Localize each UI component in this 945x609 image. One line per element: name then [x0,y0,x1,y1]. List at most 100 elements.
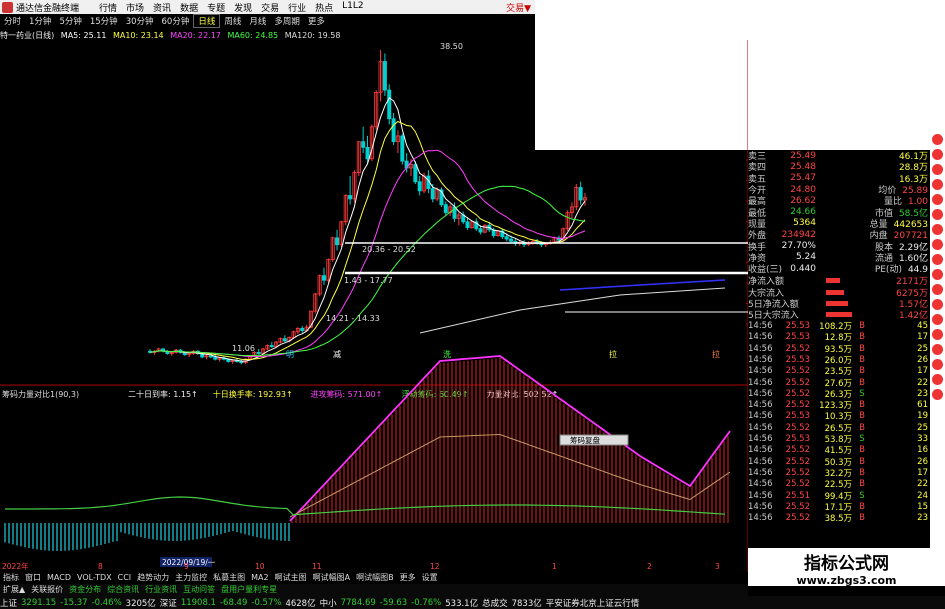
sidebar-button-icon[interactable] [932,254,943,265]
tick-time: 14:56 [748,354,773,365]
indicator-tab[interactable]: 啊试幅图B [353,573,397,582]
indicator-tab[interactable]: 啊试幅图A [310,573,353,582]
tick-volume: 108.2万 [819,322,852,333]
extension-tab[interactable]: 互动问答 [180,585,218,594]
menu-item[interactable]: 热点 [315,1,342,14]
sidebar-button-icon[interactable] [932,299,943,310]
flow-bar [826,301,848,306]
high-label: 38.50 [440,42,463,51]
menu-item[interactable]: 交易 [261,1,288,14]
tick-count: 16 [917,445,928,456]
indicator-tab[interactable]: 趋势动力 [134,573,172,582]
sidebar-button-icon[interactable] [932,149,943,160]
menu-item[interactable]: 数据 [180,1,207,14]
status-item: 总成交 [482,598,508,609]
sidebar-button-icon[interactable] [932,359,943,370]
extension-tab[interactable]: 盘用户量利专星 [218,585,280,594]
sidebar-button-icon[interactable] [932,374,943,385]
candle-body [213,356,218,360]
period-tab[interactable]: 30分钟 [122,15,158,27]
menu-item[interactable]: 资讯 [153,1,180,14]
sidebar-button-icon[interactable] [932,389,943,400]
period-tab[interactable]: 分时 [0,15,25,27]
candle-body [417,181,422,192]
extension-tabs: 扩展▲ 关联报价 资金分布 综合资讯 行业资讯 互动问答 盘用户量利专星 [0,584,748,596]
indicator-tab[interactable]: 主力监控 [172,573,210,582]
indicator-tab[interactable]: 私募主图 [210,573,248,582]
indicator-tab[interactable]: MACD [44,573,74,582]
indicator-tab[interactable]: CCI [115,573,135,582]
tick-side: B [859,343,865,354]
tick-side: B [859,467,865,478]
title-bar: 通达信金融终端 行情 市场 资讯 数据 专题 发现 交易 行业 热点 L1L2 交易▼ [0,0,535,14]
month-label: 3 [715,562,720,571]
menu-item[interactable]: 专题 [207,1,234,14]
period-tab[interactable]: 月线 [245,15,270,27]
candle-body [282,338,287,342]
indicator-tab[interactable]: 更多 [397,573,419,582]
menu-item[interactable]: 行业 [288,1,315,14]
index-status-bar: 上证 3291.15 -15.37 -0.46% 3205亿 深证 11908.1 -68.4… [0,596,945,609]
period-tab[interactable]: 1分钟 [25,15,55,27]
indicator-tab[interactable]: MA2 [248,573,271,582]
ma20-label: MA20: 22.17 [170,31,221,40]
sidebar-button-icon[interactable] [932,284,943,295]
sidebar-button-icon[interactable] [932,269,943,280]
period-tab[interactable]: 多周期 [270,15,304,27]
candle-body [239,361,244,364]
indicator-tab[interactable]: VOL-TDX [74,573,115,582]
tick-time: 14:56 [748,467,773,478]
sidebar-button-icon[interactable] [932,329,943,340]
tick-time: 14:56 [748,490,773,501]
sidebar-button-icon[interactable] [932,344,943,355]
extension-tab[interactable]: 关联报价 [28,585,66,594]
tick-row: 14:56 25.53 10.3万 B 19 [748,411,930,422]
month-label: 8 [98,562,103,571]
tick-price: 25.52 [785,513,810,524]
sidebar-button-icon[interactable] [932,224,943,235]
sidebar-button-icon[interactable] [932,209,943,220]
sidebar-button-icon[interactable] [932,314,943,325]
sidebar-button-icon[interactable] [932,179,943,190]
candle-body [443,204,448,214]
sidebar-button-icon[interactable] [932,134,943,145]
indicator-tab[interactable]: 设置 [419,573,441,582]
status-item: 3291.15 [21,597,57,608]
app-title: 通达信金融终端 [16,3,80,14]
candle-body [413,164,418,183]
indicator-tab[interactable]: 窗口 [22,573,44,582]
tick-count: 23 [917,388,928,399]
month-label: 11 [312,562,322,571]
flow-bar [826,289,844,295]
indicator-tab[interactable]: 指标 [0,573,22,582]
period-tab[interactable]: 60分钟 [158,15,194,27]
kline-chart[interactable]: 28.0026.0024.0022.0020.0018.0016.0014.00… [0,40,748,572]
period-tab[interactable]: 周线 [220,15,245,27]
tick-price: 25.53 [785,434,810,445]
tick-side: B [859,321,865,332]
menu-item[interactable]: 市场 [126,1,153,14]
menu-item[interactable]: 行情 [99,1,126,14]
extension-tab[interactable]: 综合资讯 [104,585,142,594]
extension-tab[interactable]: 行业资讯 [142,585,180,594]
sidebar-button-icon[interactable] [932,239,943,250]
trade-menu[interactable]: 交易▼ [506,1,535,14]
quote-label: 收益(三) [748,265,783,276]
ma120-label: MA120: 19.58 [284,31,341,40]
extension-tab[interactable]: 扩展▲ [0,585,28,594]
menu-item[interactable]: L1L2 [342,1,372,14]
tick-count: 45 [917,321,928,332]
popup-label: 筹码复盘 [570,435,600,445]
period-tab[interactable]: 日线 [193,14,221,28]
indicator-tab[interactable]: 啊试主图 [272,573,310,582]
tick-count: 23 [917,513,928,524]
period-tab[interactable]: 15分钟 [86,15,122,27]
period-tab[interactable]: 更多 [304,15,329,27]
period-tab[interactable]: 5分钟 [55,15,85,27]
sidebar-button-icon[interactable] [932,164,943,175]
sidebar-button-icon[interactable] [932,194,943,205]
extension-tab[interactable]: 资金分布 [66,585,104,594]
menu-item[interactable]: 发现 [234,1,261,14]
status-item: -0.76% [411,597,442,608]
status-item: 上证 [0,598,18,609]
